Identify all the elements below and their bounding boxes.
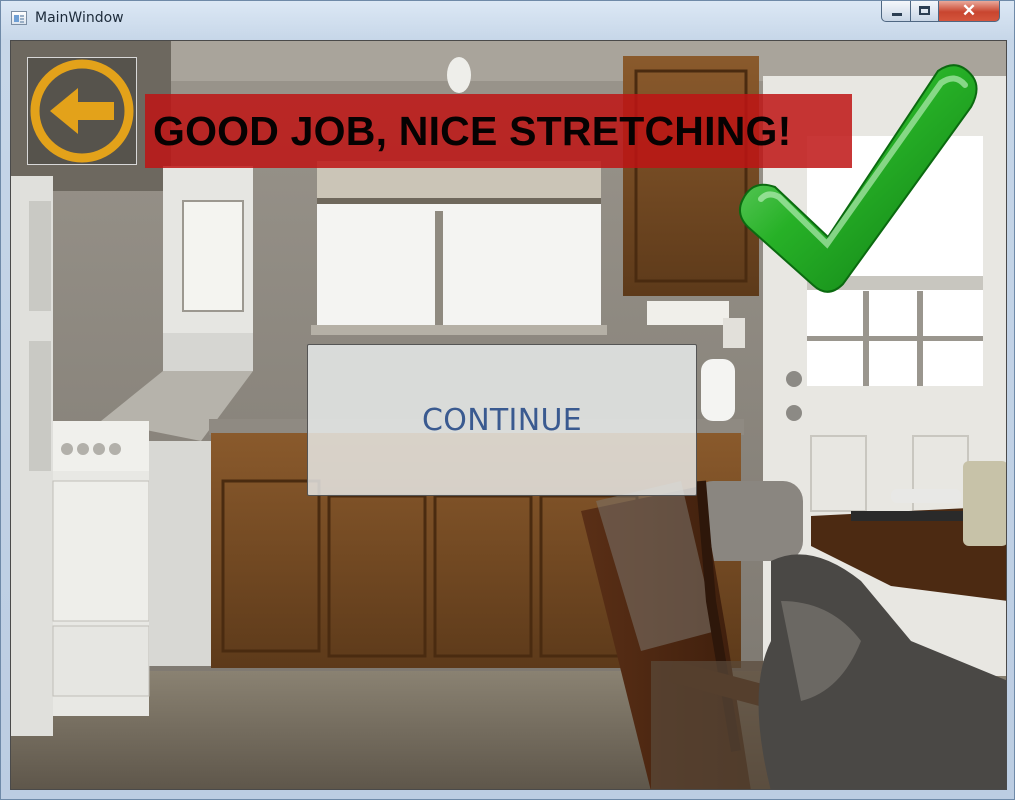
minimize-icon: [892, 13, 902, 16]
camera-view: GOOD JOB, NICE STRETCHING! CONTINUE: [10, 40, 1007, 790]
arrow-left-icon: [30, 59, 134, 163]
maximize-icon: [919, 6, 930, 15]
window-icon: [11, 11, 27, 25]
app-window: MainWindow ✕ GOOD JOB, NICE STRETCHING! …: [0, 0, 1015, 800]
continue-button[interactable]: CONTINUE: [307, 344, 697, 496]
close-button[interactable]: ✕: [939, 1, 1000, 22]
title-bar[interactable]: MainWindow ✕: [1, 1, 1014, 37]
maximize-button[interactable]: [911, 1, 939, 22]
checkmark-icon: [738, 64, 978, 293]
success-message: GOOD JOB, NICE STRETCHING!: [153, 107, 792, 154]
close-icon: ✕: [961, 1, 977, 20]
minimize-button[interactable]: [881, 1, 911, 22]
continue-label: CONTINUE: [422, 402, 582, 438]
window-title: MainWindow: [35, 10, 124, 26]
back-button[interactable]: [27, 57, 137, 165]
